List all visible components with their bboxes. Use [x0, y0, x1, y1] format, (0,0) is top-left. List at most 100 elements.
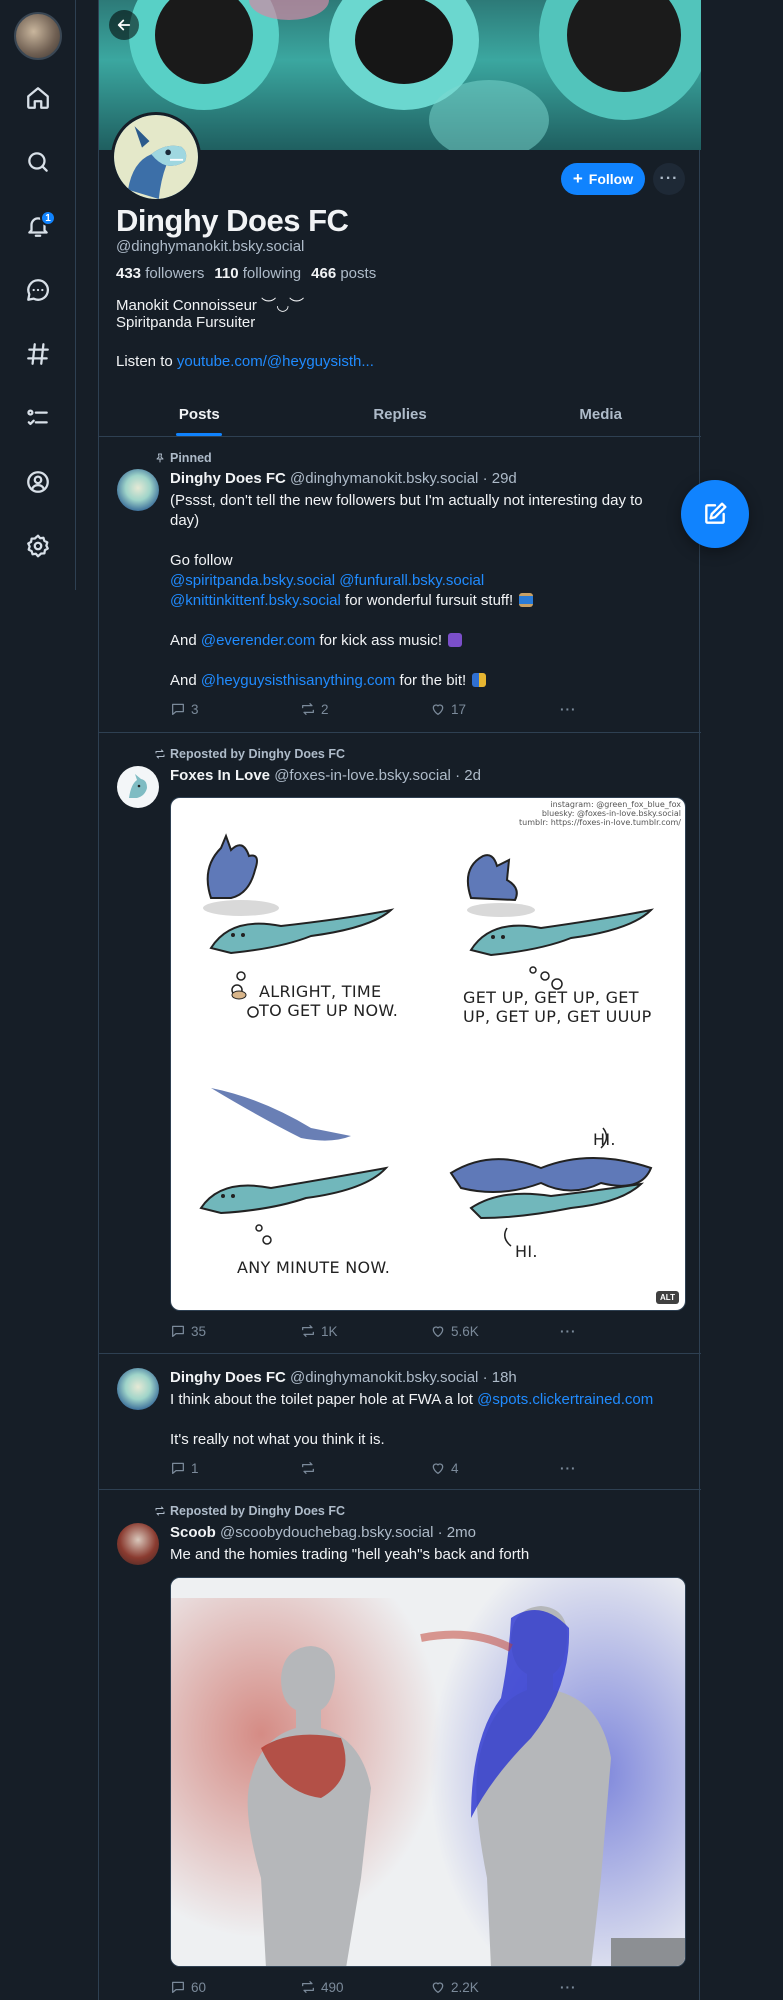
reply-button[interactable]: 35	[170, 1323, 206, 1339]
mention-link[interactable]: @heyguysisthisanything.com	[201, 672, 396, 689]
post-header: Dinghy Does FC @dinghymanokit.bsky.socia…	[170, 470, 517, 487]
post-author-handle[interactable]: @dinghymanokit.bsky.social	[290, 1369, 478, 1386]
post-timestamp[interactable]: · 29d	[483, 470, 517, 487]
post-author-name[interactable]: Foxes In Love	[170, 767, 270, 784]
repost-button[interactable]: 1K	[300, 1323, 338, 1339]
settings-nav-button[interactable]	[18, 526, 58, 566]
theater-masks-emoji-icon	[472, 673, 487, 687]
followers-label: followers	[145, 265, 205, 282]
reply-bubble-icon	[172, 1325, 184, 1337]
post-image-comic[interactable]: instagram: @green_fox_blue_fox bluesky: …	[170, 797, 686, 1311]
mention-link[interactable]: @everender.com	[201, 632, 315, 649]
repost-button[interactable]: 490	[300, 1979, 344, 1995]
follow-button[interactable]: + Follow	[561, 163, 645, 195]
post-author-handle[interactable]: @scoobydouchebag.bsky.social	[220, 1524, 433, 1541]
profile-display-name: Dinghy Does FC	[116, 203, 349, 238]
profile-nav-button[interactable]	[18, 462, 58, 502]
plus-icon: +	[572, 169, 583, 188]
pin-icon	[156, 453, 164, 463]
post-more-button[interactable]: ···	[560, 1461, 577, 1476]
feeds-nav-button[interactable]	[18, 334, 58, 374]
like-button[interactable]: 2.2K	[430, 1979, 479, 1995]
following-count: 110	[214, 265, 239, 282]
mention-link[interactable]: @spots.clickertrained.com	[477, 1391, 653, 1408]
post-author-avatar[interactable]	[117, 1368, 159, 1410]
like-button[interactable]: 4	[430, 1460, 459, 1476]
mention-link[interactable]: @funfurall.bsky.social	[339, 572, 484, 589]
home-nav-button[interactable]	[18, 78, 58, 118]
fox-avatar-illustration	[129, 774, 147, 798]
reposted-by-label: Reposted by Dinghy Does FC	[170, 1504, 346, 1518]
profile-more-options-button[interactable]: ···	[653, 163, 685, 195]
thread-spool-emoji-icon	[519, 593, 534, 607]
particle-simulation-drawing	[171, 1578, 685, 1966]
profile-tabs: Posts Replies Media	[99, 392, 701, 437]
post-author-handle[interactable]: @foxes-in-love.bsky.social	[274, 767, 451, 784]
back-button[interactable]	[109, 10, 139, 40]
feed-post[interactable]: Reposted by Dinghy Does FC Foxes In Love…	[99, 733, 701, 1354]
post-text: I think about the toilet paper hole at F…	[170, 1390, 680, 1450]
repost-count: 2	[321, 701, 329, 717]
comic-panel4-top-caption: HI.	[593, 1130, 616, 1149]
reply-count: 35	[191, 1323, 207, 1339]
reply-button[interactable]: 3	[170, 701, 199, 717]
reply-button[interactable]: 60	[170, 1979, 206, 1995]
post-more-button[interactable]: ···	[560, 702, 577, 717]
tab-media[interactable]: Media	[500, 392, 701, 436]
feed-post[interactable]: Reposted by Dinghy Does FC Scoob @scooby…	[99, 1490, 701, 2000]
left-nav-rail: 1	[0, 0, 76, 590]
current-user-avatar[interactable]	[14, 12, 62, 60]
post-author-avatar[interactable]	[117, 766, 159, 808]
feed-post[interactable]: Dinghy Does FC @dinghymanokit.bsky.socia…	[99, 1354, 701, 1490]
pinned-indicator: Pinned	[154, 451, 212, 465]
post-timestamp[interactable]: · 2d	[455, 767, 481, 784]
repost-button[interactable]: 2	[300, 701, 329, 717]
post-timestamp[interactable]: · 18h	[483, 1369, 517, 1386]
mention-link[interactable]: @spiritpanda.bsky.social	[170, 572, 335, 589]
post-text-fragment: for wonderful fursuit stuff!	[340, 592, 514, 609]
tab-replies[interactable]: Replies	[300, 392, 501, 436]
reply-count: 1	[191, 1460, 199, 1476]
profile-avatar[interactable]	[111, 112, 201, 202]
post-timestamp[interactable]: · 2mo	[438, 1524, 476, 1541]
heart-icon	[432, 1463, 444, 1474]
followers-stat[interactable]: 433 followers	[116, 265, 204, 282]
profile-bio-line: Manokit Connoisseur ︶◡︶	[116, 297, 305, 314]
post-author-handle[interactable]: @dinghymanokit.bsky.social	[290, 470, 478, 487]
posts-label: posts	[340, 265, 377, 282]
post-author-name[interactable]: Scoob	[170, 1524, 216, 1541]
like-button[interactable]: 17	[430, 701, 466, 717]
post-more-button[interactable]: ···	[560, 1980, 577, 1995]
mention-link[interactable]: @knittinkittenf.bsky.social	[170, 592, 341, 609]
notifications-nav-button[interactable]: 1	[18, 206, 58, 246]
post-header: Dinghy Does FC @dinghymanokit.bsky.socia…	[170, 1369, 517, 1386]
alt-text-badge[interactable]: ALT	[656, 1291, 679, 1304]
followers-count: 433	[116, 265, 142, 282]
bio-youtube-link[interactable]: youtube.com/@heyguysisth...	[177, 353, 374, 370]
feed-post[interactable]: Pinned Dinghy Does FC @dinghymanokit.bsk…	[99, 437, 701, 733]
post-author-avatar[interactable]	[117, 469, 159, 511]
repost-button[interactable]	[300, 1460, 321, 1476]
reply-count: 60	[191, 1979, 207, 1995]
post-more-button[interactable]: ···	[560, 1324, 577, 1339]
repost-icon	[302, 703, 314, 715]
compose-pencil-icon	[705, 502, 727, 524]
post-actions: 60 490 2.2K ···	[170, 1977, 590, 1997]
chat-nav-button[interactable]	[18, 270, 58, 310]
user-circle-icon	[27, 471, 49, 493]
like-button[interactable]: 5.6K	[430, 1323, 479, 1339]
compose-post-button[interactable]	[681, 480, 749, 548]
post-author-avatar[interactable]	[117, 1523, 159, 1565]
comic-panel3-caption: ANY MINUTE NOW.	[237, 1258, 391, 1277]
following-stat[interactable]: 110 following	[214, 265, 301, 282]
lists-nav-button[interactable]	[18, 398, 58, 438]
dragon-avatar-illustration	[114, 115, 198, 199]
search-nav-button[interactable]	[18, 142, 58, 182]
post-author-name[interactable]: Dinghy Does FC	[170, 1369, 286, 1386]
post-image-particle-simulation[interactable]	[170, 1577, 686, 1967]
repost-icon	[155, 749, 165, 759]
reply-button[interactable]: 1	[170, 1460, 199, 1476]
reply-bubble-icon	[172, 1462, 184, 1474]
post-author-name[interactable]: Dinghy Does FC	[170, 470, 286, 487]
tab-posts[interactable]: Posts	[99, 392, 300, 436]
